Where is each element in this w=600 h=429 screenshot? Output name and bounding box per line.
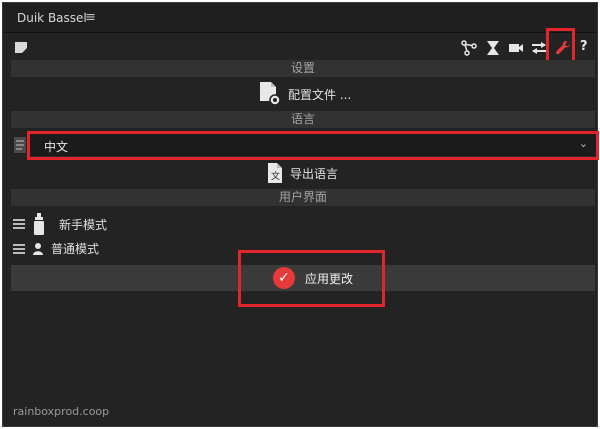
drag-handle-icon [13, 243, 25, 254]
panel-title[interactable]: Duik Bassel [17, 11, 87, 25]
normal-mode-row[interactable]: 普通模式 [13, 240, 99, 257]
user-icon [33, 242, 43, 255]
apply-changes-label: 应用更改 [305, 271, 354, 286]
footer-text: rainboxprod.coop [13, 405, 110, 418]
panel-menu-icon[interactable]: ≡ [85, 10, 96, 25]
camera-icon[interactable] [508, 40, 524, 56]
translation-icon [14, 137, 26, 153]
config-file-icon [260, 82, 281, 106]
ui-header: 用户界面 [11, 189, 595, 206]
config-file-label: 配置文件 ... [288, 87, 352, 102]
export-language-icon: 文 [268, 163, 282, 183]
panel-tab-bar: Duik Bassel ≡ [3, 3, 597, 33]
normal-mode-label: 普通模式 [51, 242, 100, 256]
help-icon[interactable]: ? [580, 39, 596, 55]
wrench-icon[interactable] [555, 40, 571, 56]
drag-handle-icon [13, 219, 25, 229]
screenshot-frame: Duik Bassel ≡ ? 设置 配置文件 ... 语言 中文 ⌄ 文 导出… [0, 0, 600, 429]
beginner-mode-row[interactable]: 新手模式 [13, 213, 107, 235]
swap-icon[interactable] [531, 40, 547, 56]
settings-header: 设置 [11, 60, 595, 77]
language-header: 语言 [11, 111, 595, 128]
language-select[interactable]: 中文 ⌄ [29, 133, 597, 157]
rig-icon[interactable] [461, 40, 477, 56]
export-language-label: 导出语言 [290, 166, 339, 181]
baby-bottle-icon [34, 213, 44, 235]
chevron-down-icon: ⌄ [578, 137, 588, 150]
checkmark-icon: ✓ [273, 267, 295, 289]
duik-panel: Duik Bassel ≡ ? 设置 配置文件 ... 语言 中文 ⌄ 文 导出… [2, 2, 599, 427]
toolbar: ? [3, 33, 597, 61]
beginner-mode-label: 新手模式 [59, 217, 108, 232]
export-language-button[interactable]: 文 导出语言 [266, 162, 338, 184]
note-icon[interactable] [15, 42, 27, 53]
config-file-button[interactable]: 配置文件 ... [258, 81, 351, 107]
apply-changes-button[interactable]: ✓ 应用更改 [11, 265, 595, 291]
apply-changes-content: ✓ 应用更改 [273, 267, 353, 289]
hourglass-icon[interactable] [485, 40, 501, 56]
language-select-value: 中文 [44, 140, 69, 154]
svg-text:文: 文 [271, 170, 280, 182]
